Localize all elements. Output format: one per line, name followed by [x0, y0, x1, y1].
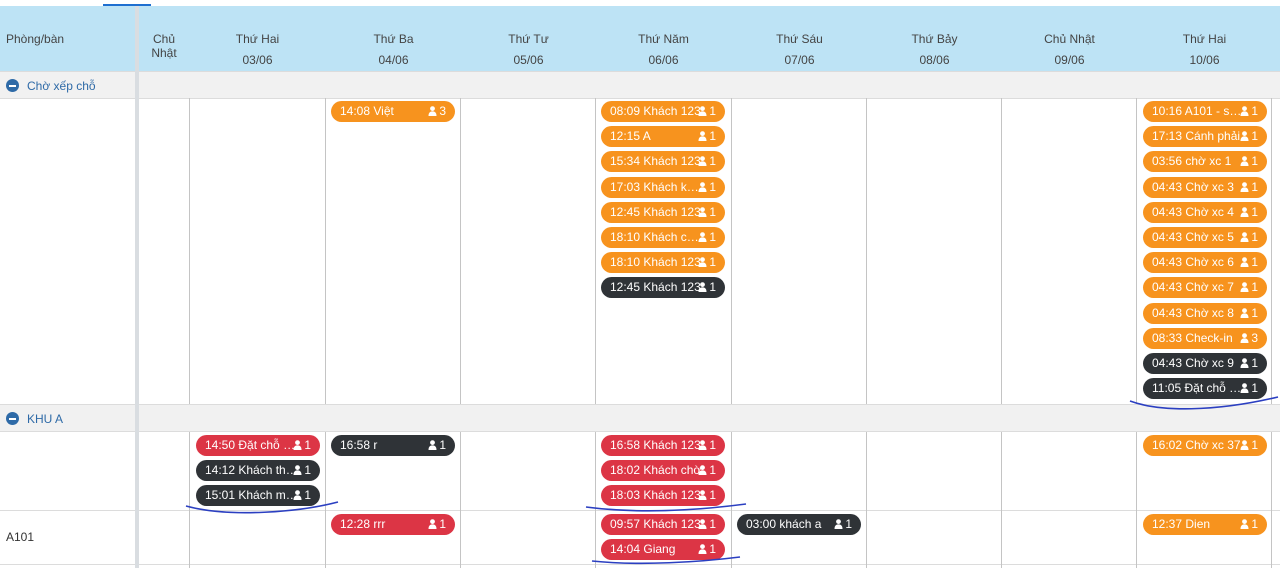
annotation-underline — [591, 556, 741, 565]
annotation-underline — [585, 503, 747, 512]
handwritten-annotations — [185, 396, 1279, 565]
booking-calendar: Phòng/bàn Chủ Nhật Thứ Hai 03/06 Thứ Ba … — [0, 0, 1280, 568]
annotation-underline — [185, 501, 339, 514]
annotation-underline — [1129, 396, 1279, 410]
